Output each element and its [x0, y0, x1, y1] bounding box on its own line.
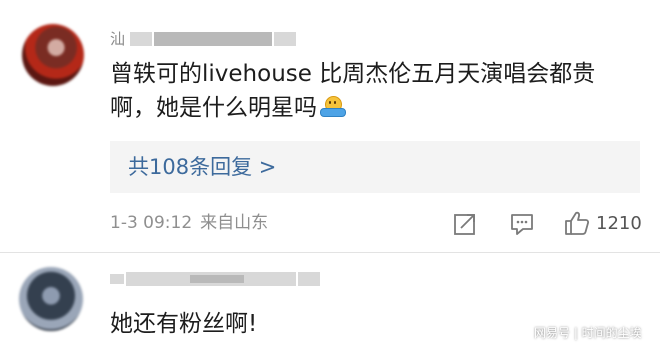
- username-censored[interactable]: [110, 270, 320, 288]
- mosaic-block: [274, 32, 296, 46]
- replies-count-label: 共108条回复 >: [128, 155, 277, 179]
- comment-text: 她还有粉丝啊!: [110, 311, 258, 337]
- comment-text-line-1: 曾轶可的livehouse 比周杰伦五月天演唱会都贵: [110, 61, 596, 87]
- comment-text-line-2-content: 啊，她是什么明星吗: [110, 95, 317, 121]
- comment-item: 汕 曾轶可的livehouse 比周杰伦五月天演唱会都贵 啊，她是什么明星吗 共…: [0, 0, 660, 252]
- avatar[interactable]: [22, 24, 84, 86]
- comment-meta: 1-3 09:12 来自山东: [110, 211, 268, 235]
- share-icon[interactable]: [452, 211, 478, 237]
- mosaic-block: [154, 32, 272, 46]
- mosaic-block: [130, 32, 152, 46]
- thumbs-up-icon[interactable]: [563, 209, 591, 237]
- avatar[interactable]: [19, 267, 83, 331]
- source-location: 来自山东: [200, 213, 269, 233]
- username-censored[interactable]: 汕: [110, 30, 310, 48]
- comment-text-line-2: 啊，她是什么明星吗: [110, 92, 346, 125]
- hug-emoji-icon: [320, 95, 346, 117]
- watermark: 网易号 | 时间的尘埃: [534, 326, 642, 340]
- comment-icon[interactable]: [509, 211, 535, 237]
- mosaic-block: [110, 274, 124, 284]
- like-count: 1210: [596, 213, 642, 234]
- view-replies-button[interactable]: 共108条回复 >: [110, 141, 640, 193]
- timestamp: 1-3 09:12: [110, 213, 193, 233]
- username-visible-char: 汕: [110, 30, 126, 48]
- mosaic-block: [298, 272, 320, 286]
- mosaic-block: [190, 275, 244, 283]
